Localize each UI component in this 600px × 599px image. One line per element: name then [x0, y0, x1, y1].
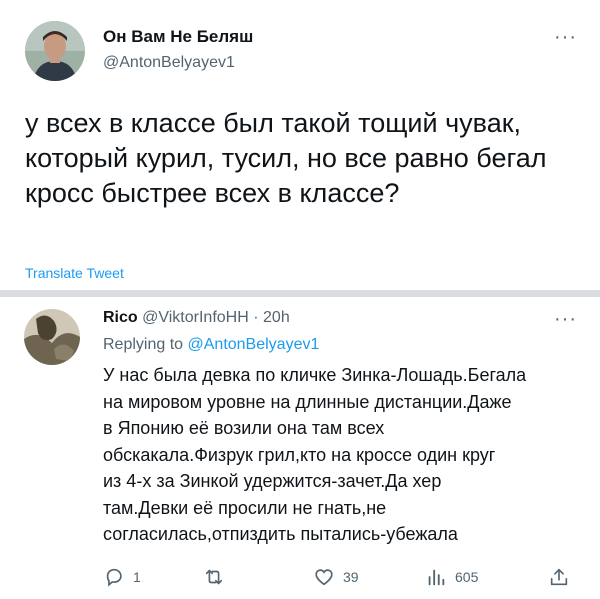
reply-text: У нас была девка по кличке Зинка-Лошадь.… [103, 362, 583, 548]
share-icon [550, 568, 568, 586]
translate-tweet-link[interactable]: Translate Tweet [25, 265, 124, 281]
tweet-text: у всех в классе был такой тощий чувак, к… [25, 108, 547, 208]
reply-text-line: в Японию её возили она там всех [103, 418, 385, 438]
views-count: 605 [455, 569, 479, 585]
retweet-button[interactable] [203, 566, 233, 588]
like-icon [315, 569, 333, 586]
display-name[interactable]: Он Вам Не Беляш [103, 27, 253, 47]
user-handle[interactable]: @AntonBelyayev1 [103, 54, 235, 72]
replying-to-label: Replying to [103, 336, 184, 353]
replying-to-handle[interactable]: @AntonBelyayev1 [188, 336, 320, 353]
more-options-button[interactable]: ··· [554, 27, 577, 47]
reply-text-line: согласилась,отпиздить пытались-убежала [103, 524, 458, 544]
share-button[interactable] [548, 566, 570, 588]
main-tweet: Он Вам Не Беляш @AntonBelyayev1 ··· у вс… [0, 0, 600, 290]
reply-text-line: У нас была девка по кличке Зинка-Лошадь.… [103, 365, 527, 385]
replying-to: Replying to @AntonBelyayev1 [103, 336, 319, 354]
action-bar: 1 39 605 [0, 566, 600, 594]
reply-handle[interactable]: @ViktorInfoHH [142, 309, 249, 326]
avatar[interactable] [25, 21, 85, 81]
reply-avatar[interactable] [24, 309, 80, 365]
like-count: 39 [343, 569, 359, 585]
reply-count: 1 [133, 569, 141, 585]
views-button[interactable]: 605 [425, 566, 478, 588]
reply-text-line: на мировом уровне на длинные дистанции.Д… [103, 391, 512, 412]
reply-icon [106, 568, 122, 587]
like-button[interactable]: 39 [313, 566, 359, 588]
reply-more-options-button[interactable]: ··· [554, 309, 577, 329]
separator: · [253, 309, 259, 326]
divider [0, 290, 600, 297]
views-icon [428, 569, 445, 586]
reply-text-line: обскакала.Физрук грил,кто на кроссе один… [103, 444, 496, 465]
reply-display-name[interactable]: Rico [103, 309, 138, 326]
reply-timestamp[interactable]: 20h [263, 309, 290, 326]
reply-header: Rico @ViktorInfoHH · 20h [103, 309, 290, 327]
retweet-icon [205, 569, 223, 585]
reply-text-line: там.Девки её просили не гнать,не [103, 497, 387, 518]
reply-text-line: из 4-х за Зинкой удержится-зачет.Да хер [103, 471, 442, 491]
reply-button[interactable]: 1 [103, 566, 141, 588]
